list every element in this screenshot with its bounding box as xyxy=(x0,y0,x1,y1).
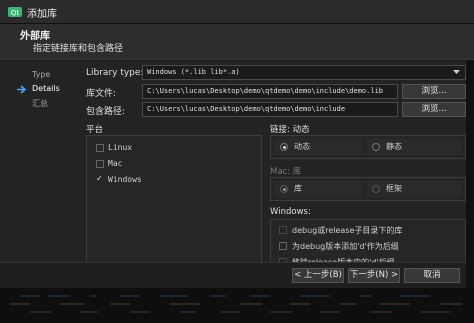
step-details: Details xyxy=(32,84,60,93)
library-type-label: Library type: xyxy=(86,68,144,78)
svg-text:Qt: Qt xyxy=(11,9,20,17)
linux-checkbox[interactable] xyxy=(96,144,104,152)
library-type-select[interactable]: Windows (*.lib lib*.a) xyxy=(142,65,466,80)
background-code-texture xyxy=(10,295,462,313)
linking-group: 动态 静态 xyxy=(270,135,466,159)
windows-group-title: Windows: xyxy=(270,207,311,217)
title-bar: Qt 添加库 xyxy=(0,0,474,24)
static-label: 静态 xyxy=(386,142,402,151)
background-editor-edge xyxy=(466,60,474,323)
library-file-label: 库文件: xyxy=(86,89,117,99)
cancel-button[interactable]: 取消 xyxy=(404,268,460,283)
dynamic-option[interactable]: 动态 xyxy=(275,139,363,155)
step-summary: 汇总 xyxy=(32,99,48,108)
browse-library-button[interactable]: 浏览... xyxy=(402,84,466,99)
step-type: Type xyxy=(32,70,51,79)
current-step-arrow-icon xyxy=(17,85,27,94)
framework-label: 框架 xyxy=(386,184,402,193)
include-path-label: 包含路径: xyxy=(86,107,126,117)
dynamic-radio[interactable] xyxy=(280,143,288,151)
static-option[interactable]: 静态 xyxy=(367,139,461,155)
library-option: 库 xyxy=(275,181,363,197)
windows-checkbox[interactable]: ✓ xyxy=(96,174,103,183)
framework-option: 框架 xyxy=(367,181,461,197)
library-radio xyxy=(280,185,288,193)
windows-label: Windows xyxy=(108,175,142,184)
qt-creator-icon: Qt xyxy=(8,7,22,17)
linux-label: Linux xyxy=(108,143,133,152)
platform-group-title: 平台 xyxy=(86,125,104,135)
wizard-steps: Type Details 汇总 xyxy=(0,61,78,261)
back-button[interactable]: < 上一步(B) xyxy=(292,268,344,283)
dynamic-label: 动态 xyxy=(294,142,310,151)
wizard-footer: < 上一步(B) 下一步(N) > 取消 xyxy=(0,262,474,288)
linking-group-title: 链接: 动态 xyxy=(270,125,310,135)
debug-release-subdir-checkbox xyxy=(279,226,287,234)
include-path-input[interactable]: C:\Users\lucas\Desktop\demo\qtdemo\demo\… xyxy=(142,102,398,117)
framework-radio xyxy=(372,185,380,193)
chevron-down-icon xyxy=(453,70,460,74)
add-d-suffix-label: 为debug版本添加'd'作为后缀 xyxy=(292,242,399,251)
page-subtitle: 指定链接库和包含路径 xyxy=(33,44,124,54)
add-d-suffix-checkbox[interactable] xyxy=(279,242,287,250)
page-title: 外部库 xyxy=(20,31,50,42)
mac-group: 库 框架 xyxy=(270,177,466,201)
mac-checkbox[interactable] xyxy=(96,160,104,168)
library-file-input[interactable]: C:\Users\lucas\Desktop\demo\qtdemo\demo\… xyxy=(142,84,398,99)
wizard-header: 外部库 指定链接库和包含路径 xyxy=(0,24,474,60)
static-radio[interactable] xyxy=(372,143,380,151)
platform-group: Linux Mac ✓ Windows xyxy=(86,135,262,267)
debug-release-subdir-label: debug或release子目录下的库 xyxy=(292,226,403,235)
details-page: Library type: Windows (*.lib lib*.a) 库文件… xyxy=(84,61,474,281)
library-label: 库 xyxy=(294,184,302,193)
next-button[interactable]: 下一步(N) > xyxy=(348,268,400,283)
mac-label: Mac xyxy=(108,159,123,168)
mac-group-title: Mac: 库 xyxy=(270,167,302,177)
browse-include-button[interactable]: 浏览... xyxy=(402,102,466,117)
window-title: 添加库 xyxy=(27,9,57,20)
background-editor-strip xyxy=(0,288,474,323)
